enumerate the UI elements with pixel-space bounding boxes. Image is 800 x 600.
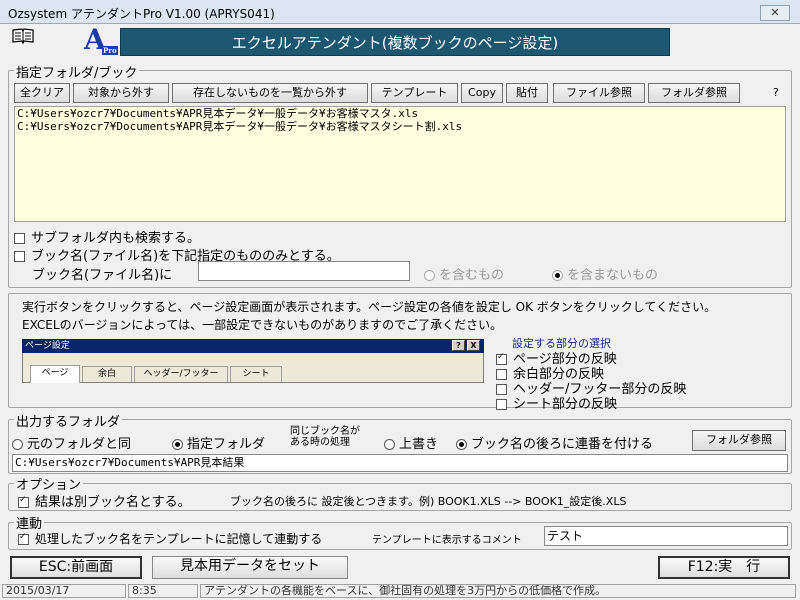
output-path-input[interactable]: C:¥Users¥ozcr7¥Documents¥APR見本結果	[12, 454, 788, 472]
info-line-2: EXCELのバージョンによっては、一部設定できないものがありますのでご了承くださ…	[22, 318, 503, 332]
status-date: 2015/03/17	[2, 584, 126, 598]
link-template-checkbox[interactable]: 処理したブック名をテンプレートに記憶して連動する	[18, 530, 322, 547]
folder-group-legend: 指定フォルダ/ブック	[14, 62, 140, 81]
exclude-radio[interactable]: を含まないもの	[552, 264, 658, 283]
tab-page: ページ	[30, 365, 80, 383]
copy-button[interactable]: Copy	[461, 83, 503, 103]
book-list[interactable]: C:¥Users¥ozcr7¥Documents¥APR見本データ¥一般データ¥…	[14, 106, 786, 222]
same-name-label: 同じブック名が ある時の処理	[290, 426, 360, 448]
radio-icon[interactable]	[424, 270, 435, 281]
dialog-close-icon: X	[467, 340, 480, 351]
same-name-line-2: ある時の処理	[290, 437, 350, 448]
remove-missing-button[interactable]: 存在しないものを一覧から外す	[172, 83, 368, 103]
checkbox-icon[interactable]	[18, 495, 29, 508]
template-comment-label: テンプレートに表示するコメント	[372, 535, 522, 546]
window-title: Ozsystem アテンダントPro V1.00 (APRYS041)	[8, 7, 275, 21]
checkbox-icon[interactable]	[18, 532, 29, 545]
subfolder-label: サブフォルダ内も検索する。	[31, 231, 201, 246]
checkbox-icon[interactable]	[14, 233, 25, 244]
status-time: 8:35	[128, 584, 198, 598]
radio-icon[interactable]	[172, 439, 183, 450]
subfolder-checkbox[interactable]: サブフォルダ内も検索する。	[14, 227, 200, 246]
tab-header-footer: ヘッダー/フッター	[134, 366, 228, 382]
clear-all-button[interactable]: 全クリア	[14, 83, 70, 103]
overwrite-label: 上書き	[399, 437, 439, 452]
separate-book-checkbox[interactable]: 結果は別ブック名とする。	[18, 491, 191, 510]
help-icon[interactable]: ?	[773, 86, 779, 99]
same-name-line-1: 同じブック名が	[290, 426, 360, 437]
paste-button[interactable]: 貼付	[506, 83, 548, 103]
include-radio[interactable]: を含むもの	[424, 264, 504, 283]
option-sheet-checkbox[interactable]: シート部分の反映	[496, 393, 617, 412]
radio-icon[interactable]	[552, 270, 563, 281]
run-button[interactable]: F12:実 行	[658, 556, 790, 579]
window-close-button[interactable]: ✕	[760, 5, 790, 21]
include-label: を含むもの	[439, 268, 505, 283]
checkbox-icon[interactable]	[14, 251, 25, 262]
output-group-legend: 出力するフォルダ	[14, 411, 123, 430]
bookname-label: ブック名(ファイル名)に	[32, 268, 173, 283]
specified-folder-label: 指定フォルダ	[187, 437, 266, 452]
radio-icon[interactable]	[384, 439, 395, 450]
link-template-label: 処理したブック名をテンプレートに記憶して連動する	[35, 532, 323, 546]
separate-book-label: 結果は別ブック名とする。	[35, 495, 191, 510]
logo-sub: Pro	[102, 46, 118, 55]
specified-folder-radio[interactable]: 指定フォルダ	[172, 433, 265, 452]
dialog-title: ページ設定	[22, 339, 484, 353]
list-item[interactable]: C:¥Users¥ozcr7¥Documents¥APR見本データ¥一般データ¥…	[15, 107, 785, 120]
template-comment-input[interactable]: テスト	[544, 526, 788, 546]
screen-title-banner: エクセルアテンダント(複数ブックのページ設定)	[120, 28, 670, 56]
dialog-help-icon: ?	[452, 340, 465, 351]
radio-icon[interactable]	[456, 439, 467, 450]
original-folder-radio[interactable]: 元のフォルダと同	[12, 433, 131, 452]
set-sample-data-button[interactable]: 見本用データをセット	[152, 556, 348, 579]
info-line-1: 実行ボタンをクリックすると、ページ設定画面が表示されます。ページ設定の各値を設定…	[22, 300, 717, 314]
status-message: アテンダントの各機能をベースに、御社固有の処理を3万円からの低価格で作成。	[200, 584, 796, 598]
original-folder-label: 元のフォルダと同	[27, 437, 132, 452]
back-button[interactable]: ESC:前画面	[10, 556, 142, 579]
template-button[interactable]: テンプレート	[371, 83, 458, 103]
checkbox-icon[interactable]	[496, 399, 507, 410]
folder-browse-button[interactable]: フォルダ参照	[648, 83, 740, 103]
app-logo: A Pro	[84, 24, 118, 56]
serial-number-radio[interactable]: ブック名の後ろに連番を付ける	[456, 433, 653, 452]
separate-book-note: ブック名の後ろに 設定後とつきます。例) BOOK1.XLS --> BOOK1…	[230, 495, 627, 508]
tab-margin: 余白	[82, 366, 132, 382]
option-sheet-label: シート部分の反映	[513, 397, 618, 412]
remove-target-button[interactable]: 対象から外す	[73, 83, 169, 103]
output-folder-browse-button[interactable]: フォルダ参照	[692, 430, 786, 451]
exclude-label: を含まないもの	[567, 268, 659, 283]
book-icon[interactable]	[12, 28, 34, 44]
radio-icon[interactable]	[12, 439, 23, 450]
tab-sheet: シート	[230, 366, 282, 382]
overwrite-radio[interactable]: 上書き	[384, 433, 438, 452]
serial-number-label: ブック名の後ろに連番を付ける	[471, 437, 654, 452]
bookname-input[interactable]	[198, 261, 410, 281]
file-browse-button[interactable]: ファイル参照	[553, 83, 645, 103]
list-item[interactable]: C:¥Users¥ozcr7¥Documents¥APR見本データ¥一般データ¥…	[15, 120, 785, 133]
